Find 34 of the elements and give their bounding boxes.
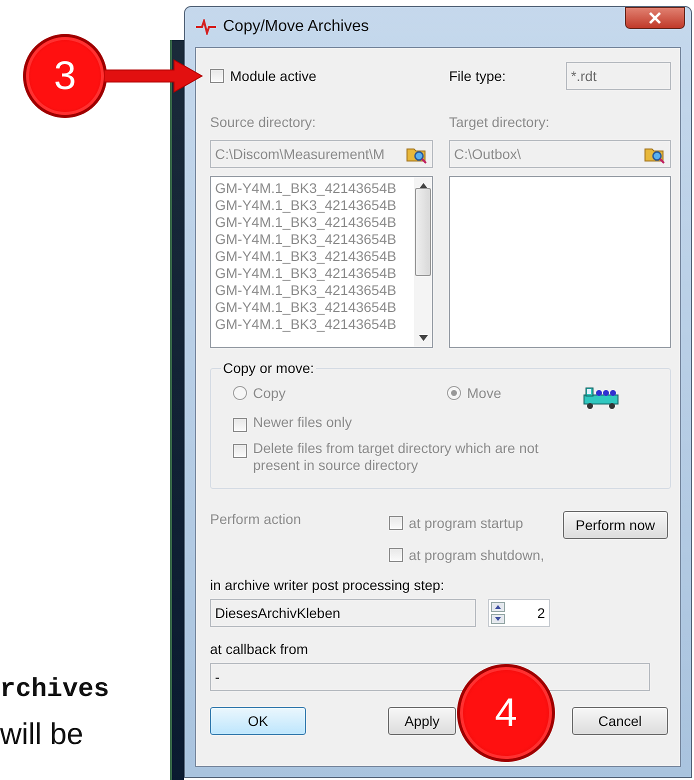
field-label: File type: xyxy=(449,68,506,84)
background-text: rchives xyxy=(0,674,110,704)
dialog-button[interactable]: Apply xyxy=(388,707,456,735)
spin-down-icon[interactable] xyxy=(491,614,505,624)
step-spinner[interactable]: 2 xyxy=(488,599,550,627)
scrollbar[interactable] xyxy=(414,177,432,347)
checkbox-label: at program startup xyxy=(408,515,524,531)
field-label: at callback from xyxy=(210,641,310,657)
window-title: Copy/Move Archives xyxy=(223,18,369,36)
dialog-button[interactable]: Cancel xyxy=(572,707,668,735)
field-label: in archive writer post processing step: xyxy=(210,577,446,593)
spin-up-icon[interactable] xyxy=(491,602,505,612)
checkbox-label: Delete files from target directory which are not present in source directory xyxy=(253,440,540,474)
target-file-list[interactable] xyxy=(449,176,671,348)
close-icon xyxy=(648,12,662,24)
section-label: Perform action xyxy=(210,511,302,527)
post-processing-field[interactable]: DiesesArchivKleben xyxy=(210,599,476,627)
group-title: Copy or move: xyxy=(222,360,316,376)
field-label: Source directory: xyxy=(210,114,317,130)
dialog-button[interactable]: OK xyxy=(210,707,306,735)
close-button[interactable] xyxy=(625,7,685,29)
scroll-down-icon[interactable] xyxy=(418,335,428,341)
truck-icon xyxy=(582,385,620,411)
step-badge: 3 xyxy=(23,34,107,118)
radio-label: Move xyxy=(467,385,502,401)
pulse-icon xyxy=(195,19,217,35)
background-text: will be xyxy=(0,718,84,752)
checkbox-label: Module active xyxy=(230,68,316,84)
radio-label: Copy xyxy=(253,385,286,401)
file-type-field[interactable]: *.rdt xyxy=(566,62,671,90)
checkbox-label: Newer files only xyxy=(253,414,353,431)
checkbox[interactable] xyxy=(210,69,224,83)
field-label: Target directory: xyxy=(449,114,550,130)
checkbox-label: at program shutdown, xyxy=(408,547,544,563)
